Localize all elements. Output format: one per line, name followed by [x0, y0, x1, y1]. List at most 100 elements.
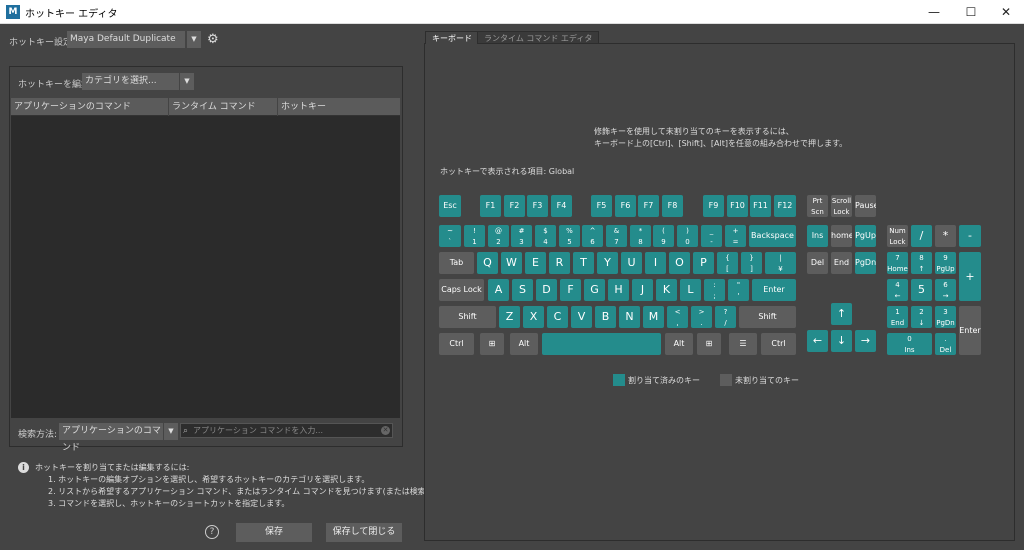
key-tab[interactable]: Tab — [439, 252, 474, 274]
help-button[interactable]: ? — [205, 525, 219, 539]
key-k[interactable]: K — [656, 279, 677, 301]
key-h[interactable]: H — [608, 279, 629, 301]
search-mode-dropdown[interactable]: アプリケーションのコマンド — [59, 423, 163, 453]
key-yen[interactable]: | ¥ — [765, 252, 796, 274]
key-y[interactable]: Y — [597, 252, 618, 274]
key-rwin[interactable]: ⊞ — [697, 333, 721, 355]
key-lctrl[interactable]: Ctrl — [439, 333, 474, 355]
key-backspace[interactable]: Backspace — [749, 225, 796, 247]
key-f11[interactable]: F11 — [750, 195, 771, 217]
key-f[interactable]: F — [560, 279, 581, 301]
key-f2[interactable]: F2 — [504, 195, 525, 217]
tab-runtime-command-editor[interactable]: ランタイム コマンド エディタ — [477, 31, 600, 44]
key-rshift[interactable]: Shift — [739, 306, 796, 328]
key-v[interactable]: V — [571, 306, 592, 328]
key-w[interactable]: W — [501, 252, 522, 274]
key-np3[interactable]: 3 PgDn — [935, 306, 956, 328]
key-m[interactable]: M — [643, 306, 664, 328]
key-slash[interactable]: ? / — [715, 306, 736, 328]
search-input[interactable] — [193, 424, 378, 437]
key-u[interactable]: U — [621, 252, 642, 274]
key-d5[interactable]: % 5 — [559, 225, 580, 247]
key-f3[interactable]: F3 — [527, 195, 548, 217]
key-np7[interactable]: 7 Home — [887, 252, 908, 274]
key-np9[interactable]: 9 PgUp — [935, 252, 956, 274]
key-f1[interactable]: F1 — [480, 195, 501, 217]
key-d1[interactable]: ! 1 — [464, 225, 485, 247]
key-i[interactable]: I — [645, 252, 666, 274]
key-d0[interactable]: ) 0 — [677, 225, 698, 247]
chevron-down-icon[interactable]: ▼ — [163, 423, 178, 440]
key-a[interactable]: A — [488, 279, 509, 301]
key-p[interactable]: P — [693, 252, 714, 274]
clear-icon[interactable]: ✕ — [381, 426, 390, 435]
key-n[interactable]: N — [619, 306, 640, 328]
chevron-down-icon[interactable]: ▼ — [179, 73, 194, 90]
key-c[interactable]: C — [547, 306, 568, 328]
key-lbrace[interactable]: {[ — [717, 252, 738, 274]
key-np-plus[interactable]: + — [959, 252, 981, 301]
key-end[interactable]: End — [831, 252, 852, 274]
key-d9[interactable]: (9 — [653, 225, 674, 247]
key-space[interactable] — [542, 333, 661, 355]
column-header-hotkey[interactable]: ホットキー — [278, 98, 400, 116]
key-period[interactable]: >. — [691, 306, 712, 328]
key-d3[interactable]: #3 — [511, 225, 532, 247]
key-lalt[interactable]: Alt — [510, 333, 538, 355]
key-np2[interactable]: 2 ↓ — [911, 306, 932, 328]
key-t[interactable]: T — [573, 252, 594, 274]
key-l[interactable]: L — [680, 279, 701, 301]
key-e[interactable]: E — [525, 252, 546, 274]
save-close-button[interactable]: 保存して閉じる — [326, 523, 402, 542]
key-q[interactable]: Q — [477, 252, 498, 274]
key-g[interactable]: G — [584, 279, 605, 301]
save-button[interactable]: 保存 — [236, 523, 312, 542]
key-f7[interactable]: F7 — [638, 195, 659, 217]
key-x[interactable]: X — [523, 306, 544, 328]
key-np6[interactable]: 6 → — [935, 279, 956, 301]
key-lshift[interactable]: Shift — [439, 306, 496, 328]
key-menu[interactable]: ☰ — [729, 333, 757, 355]
key-d8[interactable]: * 8 — [630, 225, 651, 247]
key-quote[interactable]: " ' — [728, 279, 749, 301]
key-np-minus[interactable]: - — [959, 225, 981, 247]
gear-icon[interactable]: ⚙ — [207, 32, 219, 47]
key-esc[interactable]: Esc — [439, 195, 461, 217]
key-np8[interactable]: 8 ↑ — [911, 252, 932, 274]
key-d7[interactable]: & 7 — [606, 225, 627, 247]
key-scrolllock[interactable]: Scroll Lock — [831, 195, 852, 217]
key-d[interactable]: D — [536, 279, 557, 301]
key-s[interactable]: S — [512, 279, 533, 301]
key-np-mul[interactable]: * — [935, 225, 956, 247]
key-numlock[interactable]: Num Lock — [887, 225, 908, 247]
maximize-button[interactable]: ☐ — [953, 0, 989, 24]
key-right[interactable]: → — [855, 330, 876, 352]
key-f5[interactable]: F5 — [591, 195, 612, 217]
key-caps[interactable]: Caps Lock — [439, 279, 484, 301]
key-d6[interactable]: ^ 6 — [582, 225, 603, 247]
tab-keyboard[interactable]: キーボード — [425, 31, 479, 44]
key-b[interactable]: B — [595, 306, 616, 328]
key-o[interactable]: O — [669, 252, 690, 274]
command-table-body[interactable] — [11, 116, 400, 418]
key-down[interactable]: ↓ — [831, 330, 852, 352]
key-rbrace[interactable]: }] — [741, 252, 762, 274]
column-header-runtime-command[interactable]: ランタイム コマンド — [169, 98, 278, 116]
key-f12[interactable]: F12 — [774, 195, 796, 217]
key-np4[interactable]: 4 ← — [887, 279, 908, 301]
key-up[interactable]: ↑ — [831, 303, 852, 325]
key-left[interactable]: ← — [807, 330, 828, 352]
key-ins[interactable]: Ins — [807, 225, 828, 247]
key-plus[interactable]: + = — [725, 225, 746, 247]
key-ralt[interactable]: Alt — [665, 333, 693, 355]
key-d2[interactable]: @2 — [488, 225, 509, 247]
column-header-app-command[interactable]: アプリケーションのコマンド — [11, 98, 169, 116]
key-rctrl[interactable]: Ctrl — [761, 333, 796, 355]
key-np0[interactable]: 0 Ins — [887, 333, 932, 355]
key-home[interactable]: home — [831, 225, 852, 247]
category-dropdown[interactable]: カテゴリを選択... — [82, 73, 180, 90]
key-f6[interactable]: F6 — [615, 195, 636, 217]
key-np-div[interactable]: / — [911, 225, 932, 247]
key-np5[interactable]: 5 — [911, 279, 932, 301]
key-pgup[interactable]: PgUp — [855, 225, 876, 247]
